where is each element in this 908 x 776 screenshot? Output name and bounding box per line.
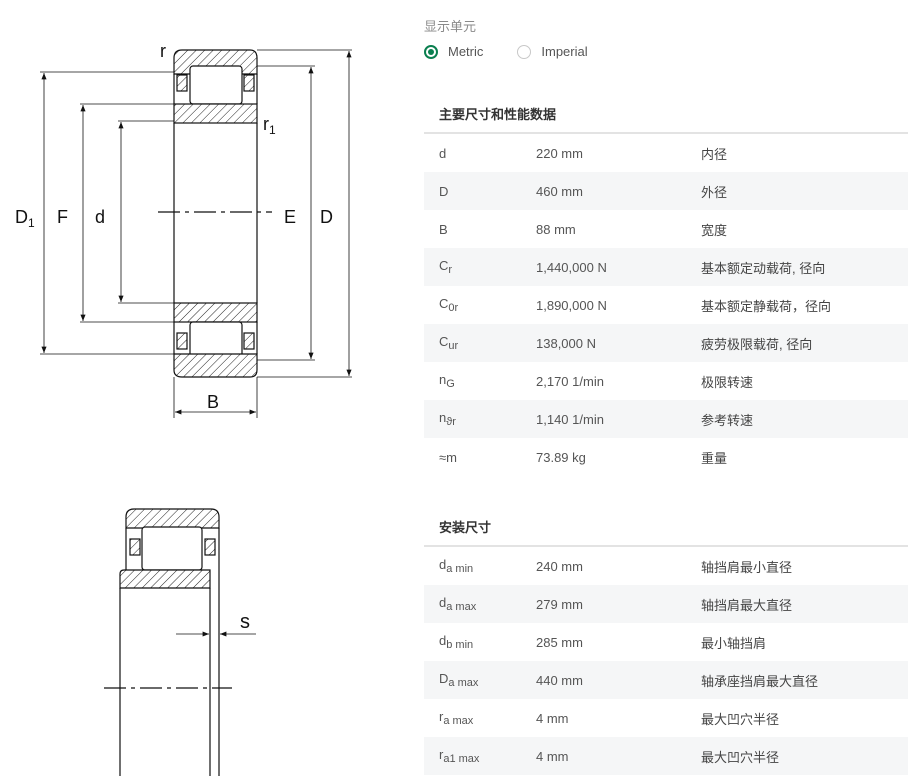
unit-option-metric[interactable]: Metric bbox=[424, 44, 483, 59]
label-E: E bbox=[284, 207, 296, 227]
row-symbol: d bbox=[439, 145, 447, 161]
row-value: 2,170 1/min bbox=[536, 373, 604, 389]
row-value: 73.89 kg bbox=[536, 449, 586, 465]
bottom-drawing bbox=[104, 508, 256, 776]
row-description: 极限转速 bbox=[701, 374, 754, 390]
row-description: 轴挡肩最小直径 bbox=[701, 559, 793, 575]
table-row: Cur 138,000 N 疲劳极限载荷, 径向 bbox=[424, 324, 908, 362]
table-row: db min 285 mm 最小轴挡肩 bbox=[424, 623, 908, 661]
metric-label: Metric bbox=[448, 44, 484, 59]
top-drawing bbox=[40, 49, 352, 418]
table-row: Cr 1,440,000 N 基本额定动载荷, 径向 bbox=[424, 248, 908, 286]
row-value: 4 mm bbox=[536, 748, 569, 764]
table-row: Da max 440 mm 轴承座挡肩最大直径 bbox=[424, 661, 908, 699]
row-symbol: ra1 max bbox=[439, 747, 480, 765]
row-value: 4 mm bbox=[536, 710, 569, 726]
row-symbol: Da max bbox=[439, 671, 479, 689]
label-F: F bbox=[57, 207, 68, 227]
row-value: 285 mm bbox=[536, 634, 583, 650]
label-d: d bbox=[95, 207, 105, 227]
row-description: 疲劳极限载荷, 径向 bbox=[701, 336, 813, 352]
row-value: 220 mm bbox=[536, 145, 583, 161]
table-row: ra max 4 mm 最大凹穴半径 bbox=[424, 699, 908, 737]
row-description: 参考转速 bbox=[701, 412, 754, 428]
mount-section-title: 安装尺寸 bbox=[439, 520, 492, 535]
unit-selector-title: 显示单元 bbox=[424, 19, 477, 34]
row-description: 内径 bbox=[701, 146, 728, 162]
row-value: 460 mm bbox=[536, 183, 583, 199]
row-value: 88 mm bbox=[536, 221, 576, 237]
row-description: 宽度 bbox=[701, 222, 728, 238]
label-D: D bbox=[320, 207, 333, 227]
row-symbol: nG bbox=[439, 372, 455, 390]
bearing-drawings: r r1 D1 F d E D B s bbox=[0, 0, 410, 776]
table-row: ≈m 73.89 kg 重量 bbox=[424, 438, 908, 476]
row-symbol: ra max bbox=[439, 709, 474, 727]
row-value: 138,000 N bbox=[536, 335, 596, 351]
row-description: 轴挡肩最大直径 bbox=[701, 597, 793, 613]
label-r1: r1 bbox=[263, 114, 276, 137]
imperial-label: Imperial bbox=[541, 44, 588, 59]
imperial-radio[interactable] bbox=[517, 44, 532, 59]
table-row: D 460 mm 外径 bbox=[424, 172, 908, 210]
row-value: 440 mm bbox=[536, 672, 583, 688]
row-value: 1,890,000 N bbox=[536, 297, 607, 313]
main-spec-table: d 220 mm 内径 D 460 mm 外径 B 88 mm 宽度 Cr 1,440,000 N 基… bbox=[424, 134, 908, 476]
row-symbol: Cur bbox=[439, 334, 459, 352]
table-row: nϑr 1,140 1/min 参考转速 bbox=[424, 400, 908, 438]
bearing-cross-section-drawing: r r1 D1 F d E D B s bbox=[15, 41, 352, 776]
table-row: da min 240 mm 轴挡肩最小直径 bbox=[424, 547, 908, 585]
row-value: 1,440,000 N bbox=[536, 259, 607, 275]
row-description: 基本额定动载荷, 径向 bbox=[701, 260, 826, 276]
table-row: nG 2,170 1/min 极限转速 bbox=[424, 362, 908, 400]
main-section-title: 主要尺寸和性能数据 bbox=[439, 107, 557, 122]
row-symbol: C0r bbox=[439, 296, 459, 314]
mount-spec-table: da min 240 mm 轴挡肩最小直径 da max 279 mm 轴挡肩最大直径 db… bbox=[424, 547, 908, 775]
row-description: 最大凹穴半径 bbox=[701, 711, 780, 727]
row-description: 重量 bbox=[701, 450, 728, 466]
row-description: 最大凹穴半径 bbox=[701, 749, 780, 765]
table-row: C0r 1,890,000 N 基本额定静载荷，径向 bbox=[424, 286, 908, 324]
row-symbol: da min bbox=[439, 557, 474, 575]
row-value: 279 mm bbox=[536, 596, 583, 612]
table-row: da max 279 mm 轴挡肩最大直径 bbox=[424, 585, 908, 623]
row-value: 1,140 1/min bbox=[536, 411, 604, 427]
row-symbol: B bbox=[439, 221, 448, 237]
metric-radio[interactable] bbox=[424, 44, 438, 59]
unit-option-imperial[interactable]: Imperial bbox=[517, 44, 588, 59]
label-B: B bbox=[207, 392, 219, 412]
table-row: d 220 mm 内径 bbox=[424, 134, 908, 172]
row-symbol: ≈m bbox=[439, 449, 457, 465]
table-row: ra1 max 4 mm 最大凹穴半径 bbox=[424, 737, 908, 775]
row-symbol: Cr bbox=[439, 258, 453, 276]
row-description: 外径 bbox=[701, 184, 728, 200]
row-symbol: D bbox=[439, 183, 449, 199]
row-description: 轴承座挡肩最大直径 bbox=[701, 673, 819, 689]
row-description: 最小轴挡肩 bbox=[701, 635, 767, 651]
label-r: r bbox=[160, 41, 166, 61]
row-symbol: nϑr bbox=[439, 410, 456, 428]
row-symbol: da max bbox=[439, 595, 477, 613]
label-D1: D1 bbox=[15, 207, 35, 230]
table-row: B 88 mm 宽度 bbox=[424, 210, 908, 248]
row-description: 基本额定静载荷，径向 bbox=[701, 298, 832, 314]
label-s: s bbox=[240, 611, 250, 633]
unit-selector: Metric Imperial bbox=[424, 44, 622, 59]
row-symbol: db min bbox=[439, 633, 474, 651]
row-value: 240 mm bbox=[536, 558, 583, 574]
